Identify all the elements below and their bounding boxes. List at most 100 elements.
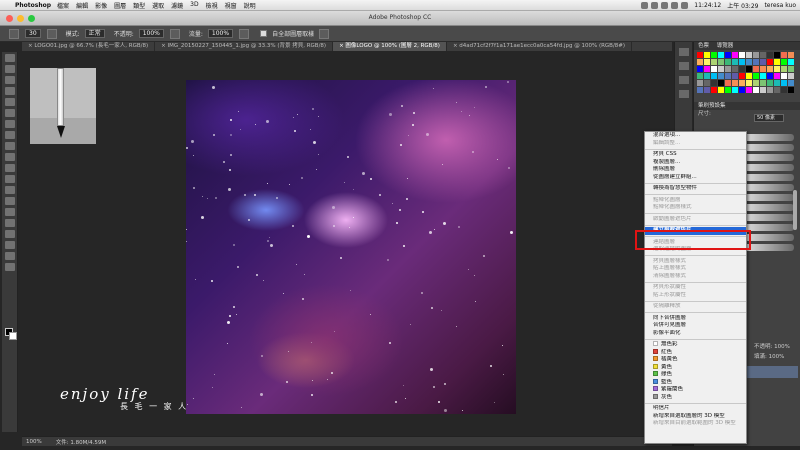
color-swatch[interactable] [739, 66, 745, 72]
color-swatch[interactable] [725, 66, 731, 72]
color-swatch[interactable] [704, 52, 710, 58]
context-menu-item-43[interactable]: 新增來自選取圖層的 3D 模型 [645, 413, 746, 421]
color-swatch[interactable] [711, 87, 717, 93]
color-swatch[interactable] [746, 80, 752, 86]
menu-item-0[interactable]: 檔案 [57, 1, 69, 10]
color-swatch[interactable] [774, 73, 780, 79]
color-swatch[interactable] [767, 66, 773, 72]
background-color-swatch[interactable] [9, 332, 17, 340]
healing-tool-icon[interactable] [5, 120, 15, 128]
color-swatch[interactable] [753, 59, 759, 65]
color-swatch[interactable] [697, 66, 703, 72]
color-swatch[interactable] [739, 80, 745, 86]
context-menu-item-31[interactable]: 影像平面化 [645, 330, 746, 338]
brush-panel-icon[interactable] [46, 28, 57, 39]
context-menu-item-8[interactable]: 轉換為智慧型物件 [645, 185, 746, 193]
panel-scrollbar[interactable] [792, 60, 798, 360]
context-menu-item-0[interactable]: 混合選項... [645, 132, 746, 140]
color-swatch[interactable] [697, 52, 703, 58]
clock[interactable]: 11:24:12 [694, 2, 721, 9]
brush-tool-icon[interactable] [5, 131, 15, 139]
color-swatch[interactable] [746, 59, 752, 65]
color-swatch[interactable] [774, 59, 780, 65]
color-swatch[interactable] [781, 66, 787, 72]
layer-fill-value[interactable]: 100% [769, 354, 785, 360]
menu-item-1[interactable]: 編輯 [76, 1, 88, 10]
eyedropper-tool-icon[interactable] [5, 109, 15, 117]
color-swatch[interactable] [732, 73, 738, 79]
mode-select[interactable]: 正常 [84, 29, 105, 38]
color-swatch[interactable] [739, 59, 745, 65]
character-panel-icon[interactable] [679, 90, 689, 98]
document-tab-1[interactable]: × IMG_20150227_150445_1.jpg @ 33.3% (背景 … [155, 42, 334, 51]
context-menu-item-5[interactable]: 刪除圖層 [645, 166, 746, 174]
crop-tool-icon[interactable] [5, 98, 15, 106]
color-swatch[interactable] [781, 52, 787, 58]
quick-select-tool-icon[interactable] [5, 87, 15, 95]
color-swatch[interactable] [732, 52, 738, 58]
color-swatch[interactable] [767, 87, 773, 93]
move-tool-icon[interactable] [5, 54, 15, 62]
color-swatch[interactable] [753, 80, 759, 86]
color-swatch[interactable] [718, 87, 724, 93]
lasso-tool-icon[interactable] [5, 76, 15, 84]
context-menu-item-29[interactable]: 向下合併圖層 [645, 315, 746, 323]
color-swatch[interactable] [760, 52, 766, 58]
color-swatch[interactable] [760, 59, 766, 65]
color-swatch[interactable] [781, 73, 787, 79]
context-menu-item-35[interactable]: 橘黃色 [645, 356, 746, 364]
color-swatch[interactable] [732, 87, 738, 93]
type-tool-icon[interactable] [5, 219, 15, 227]
swatches-grid[interactable] [697, 52, 797, 100]
document-tab-3[interactable]: × d4ad71cf2f7f1a171ae1ecc0a0ca54fd.jpg @… [447, 42, 633, 51]
eraser-tool-icon[interactable] [5, 164, 15, 172]
color-swatch[interactable] [718, 52, 724, 58]
menu-item-5[interactable]: 選取 [152, 1, 164, 10]
airbrush-icon[interactable] [239, 28, 250, 39]
pressure-size-icon[interactable] [319, 28, 330, 39]
color-swatch[interactable] [760, 87, 766, 93]
properties-panel-icon[interactable] [679, 62, 689, 70]
color-swatch[interactable] [697, 73, 703, 79]
color-swatch[interactable] [746, 66, 752, 72]
context-menu-item-42[interactable]: 明信片 [645, 405, 746, 413]
color-swatch[interactable] [774, 52, 780, 58]
menu-item-6[interactable]: 濾鏡 [171, 1, 183, 10]
context-menu-item-30[interactable]: 合併可見圖層 [645, 322, 746, 330]
menu-item-7[interactable]: 3D [190, 1, 198, 10]
context-menu-item-37[interactable]: 綠色 [645, 371, 746, 379]
color-swatch[interactable] [767, 80, 773, 86]
color-swatch[interactable] [718, 80, 724, 86]
color-swatch[interactable] [753, 66, 759, 72]
color-swatch[interactable] [725, 73, 731, 79]
color-swatch[interactable] [760, 73, 766, 79]
history-panel-icon[interactable] [679, 48, 689, 56]
color-swatch[interactable] [781, 80, 787, 86]
color-swatch[interactable] [718, 73, 724, 79]
dodge-tool-icon[interactable] [5, 197, 15, 205]
swatches-tab[interactable]: 色票 [698, 43, 709, 49]
color-swatch[interactable] [704, 59, 710, 65]
color-swatch[interactable] [781, 87, 787, 93]
sample-all-checkbox[interactable] [260, 30, 268, 37]
color-swatch[interactable] [746, 73, 752, 79]
layer-opacity-value[interactable]: 100% [774, 344, 790, 350]
color-swatch[interactable] [767, 59, 773, 65]
color-swatch[interactable] [781, 59, 787, 65]
color-swatch[interactable] [760, 66, 766, 72]
zoom-tool-icon[interactable] [5, 263, 15, 271]
color-swatch[interactable] [753, 87, 759, 93]
color-swatch[interactable] [697, 80, 703, 86]
context-menu-item-3[interactable]: 拷貝 CSS [645, 151, 746, 159]
color-swatch[interactable] [767, 52, 773, 58]
context-menu-item-40[interactable]: 灰色 [645, 393, 746, 402]
brush-size-field[interactable]: 30 [25, 29, 41, 38]
color-swatch[interactable] [746, 52, 752, 58]
actions-panel-icon[interactable] [679, 76, 689, 84]
context-menu-item-6[interactable]: 從圖層建立群組... [645, 174, 746, 182]
color-swatch[interactable] [767, 73, 773, 79]
menu-item-4[interactable]: 類型 [133, 1, 145, 10]
color-swatch[interactable] [774, 66, 780, 72]
history-brush-tool-icon[interactable] [5, 153, 15, 161]
gradient-tool-icon[interactable] [5, 175, 15, 183]
